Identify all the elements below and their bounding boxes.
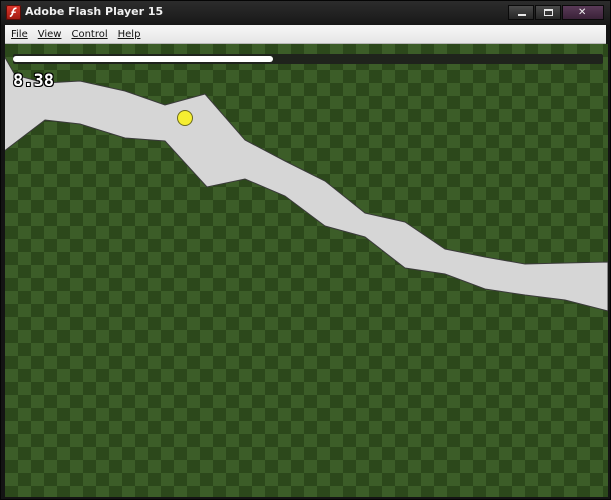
maximize-button[interactable] [535,5,561,20]
window-controls: ✕ [508,5,604,20]
timer-readout: 8.38 [13,71,54,91]
game-track-svg [5,56,608,312]
flash-player-window: Adobe Flash Player 15 ✕ File View Contro… [0,0,611,500]
menu-help[interactable]: Help [118,29,141,40]
player-ball[interactable] [177,110,193,126]
close-button[interactable]: ✕ [562,5,604,20]
maximize-icon [544,9,553,16]
title-bar[interactable]: Adobe Flash Player 15 ✕ [1,1,610,25]
menu-bar: File View Control Help [5,25,606,44]
menu-view[interactable]: View [38,29,62,40]
minimize-icon [518,14,526,16]
close-icon: ✕ [578,7,587,18]
menu-file[interactable]: File [11,29,28,40]
menu-control[interactable]: Control [71,29,107,40]
progress-fill [13,56,273,62]
maze-path [5,56,608,312]
progress-bar [13,54,603,64]
game-stage[interactable]: 8.38 [5,44,608,497]
window-title: Adobe Flash Player 15 [25,5,164,18]
flash-player-icon [6,5,21,20]
minimize-button[interactable] [508,5,534,20]
